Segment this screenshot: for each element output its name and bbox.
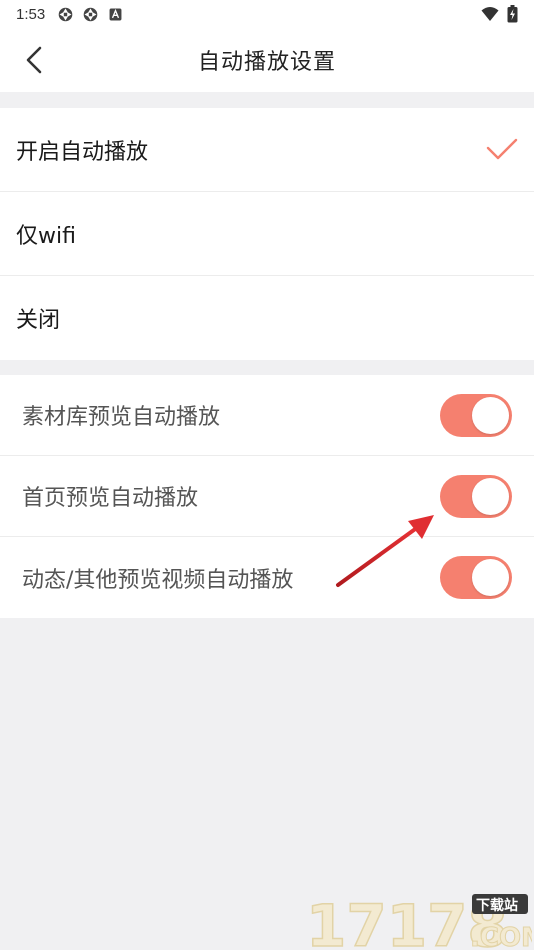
feed-video-preview-toggle[interactable] [440, 556, 512, 599]
switch-row-library-preview: 素材库预览自动播放 [0, 375, 534, 456]
switch-row-feed-preview: 动态/其他预览视频自动播放 [0, 537, 534, 618]
settings-gear-icon [83, 7, 98, 21]
toggle-knob [472, 397, 509, 434]
switch-label: 素材库预览自动播放 [22, 405, 221, 430]
status-time: 1:53 [16, 5, 46, 23]
chevron-left-icon [26, 46, 42, 74]
toggle-knob [472, 559, 509, 596]
option-off[interactable]: 关闭 [0, 276, 534, 360]
preview-switches-list: 素材库预览自动播放 首页预览自动播放 动态/其他预览视频自动播放 [0, 375, 534, 618]
svg-text:.COM: .COM [470, 923, 532, 950]
page-title: 自动播放设置 [197, 50, 336, 75]
battery-icon [507, 5, 518, 23]
settings-gear-icon [58, 7, 73, 21]
option-wifi-only[interactable]: 仅wifi [0, 192, 534, 276]
status-right-group [481, 5, 518, 23]
wifi-icon [481, 7, 499, 21]
switch-row-home-preview: 首页预览自动播放 [0, 456, 534, 537]
switch-label: 动态/其他预览视频自动播放 [22, 567, 294, 593]
svg-text:下载站: 下载站 [476, 897, 518, 914]
option-label: 开启自动播放 [16, 139, 149, 165]
header-bar: 自动播放设置 [0, 28, 534, 92]
toggle-knob [472, 478, 509, 515]
option-label: 仅wifi [16, 223, 76, 249]
watermark-logo: 17178 下载站 .COM [305, 891, 532, 950]
annotation-arrow [336, 515, 434, 587]
status-bar: 1:53 [0, 0, 534, 28]
a-badge-icon [109, 8, 122, 20]
checkmark-icon [486, 138, 518, 160]
option-enable-autoplay[interactable]: 开启自动播放 [0, 108, 534, 192]
library-preview-toggle[interactable] [440, 394, 512, 437]
switch-label: 首页预览自动播放 [22, 486, 199, 511]
autoplay-options-list: 开启自动播放 仅wifi 关闭 [0, 108, 534, 360]
back-button[interactable] [18, 42, 50, 78]
home-preview-toggle[interactable] [440, 475, 512, 518]
option-label: 关闭 [16, 308, 61, 333]
